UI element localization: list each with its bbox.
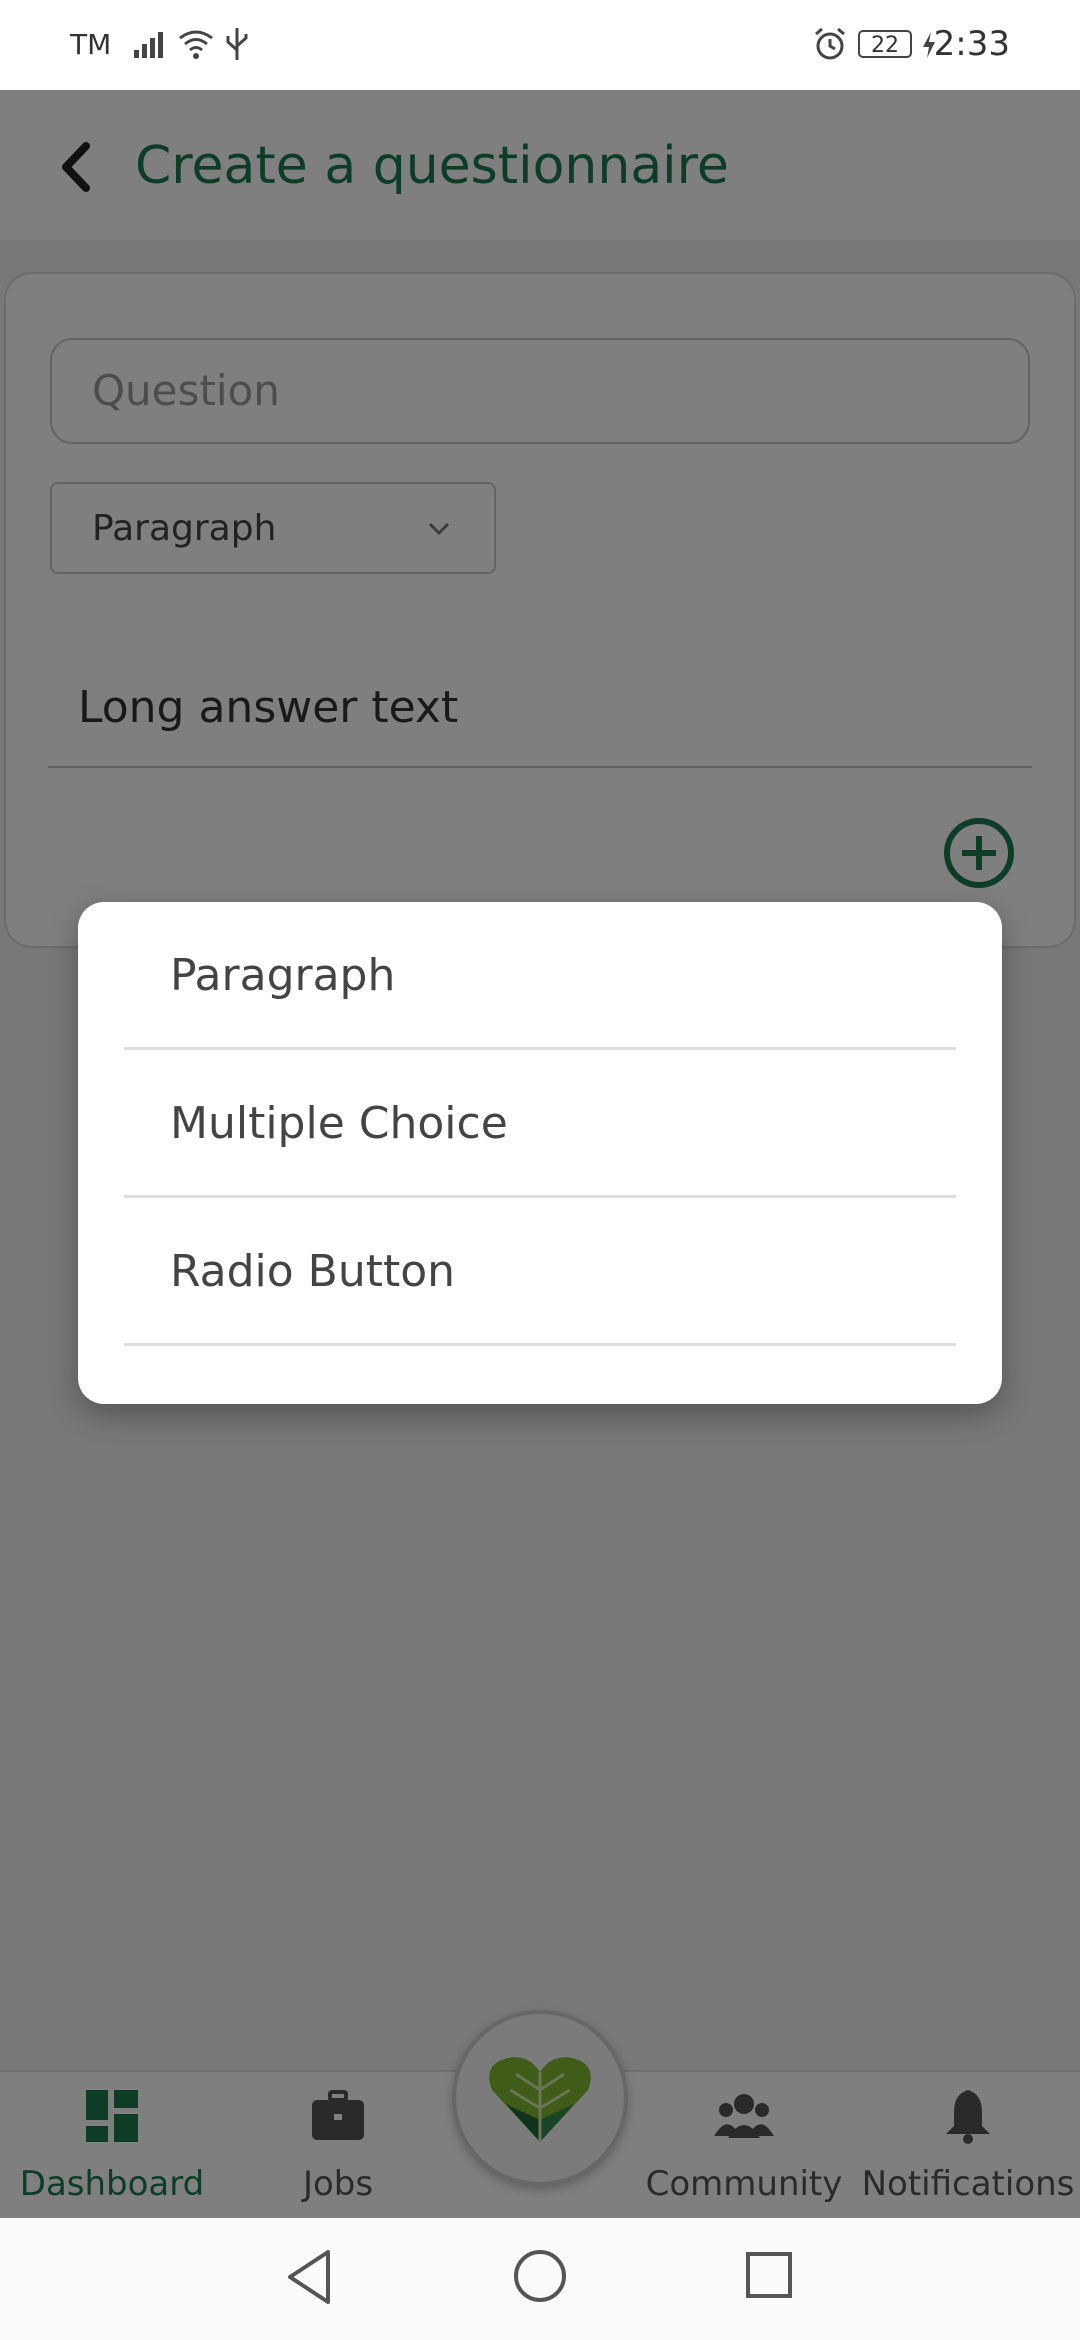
- alarm-icon: [815, 27, 845, 60]
- back-triangle-icon[interactable]: [284, 2248, 334, 2306]
- clock: 2:33: [933, 24, 1010, 64]
- carrier-label: TM: [70, 28, 112, 61]
- option-label: Paragraph: [170, 950, 396, 1001]
- battery-icon: 22: [858, 30, 912, 58]
- usb-icon: [226, 28, 248, 60]
- home-circle-icon[interactable]: [512, 2248, 568, 2304]
- signal-icon: [134, 32, 163, 58]
- recents-square-icon[interactable]: [744, 2250, 794, 2300]
- question-type-dialog: Paragraph Multiple Choice Radio Button: [78, 902, 1002, 1404]
- option-paragraph[interactable]: Paragraph: [124, 902, 956, 1050]
- status-bar: TM 22 2:33: [0, 0, 1080, 90]
- battery-level: 22: [871, 33, 899, 58]
- option-multiple-choice[interactable]: Multiple Choice: [124, 1050, 956, 1198]
- system-nav-bar: [0, 2218, 1080, 2340]
- wifi-icon: [179, 30, 213, 59]
- option-label: Radio Button: [170, 1246, 456, 1297]
- option-radio-button[interactable]: Radio Button: [124, 1198, 956, 1346]
- option-label: Multiple Choice: [170, 1098, 508, 1149]
